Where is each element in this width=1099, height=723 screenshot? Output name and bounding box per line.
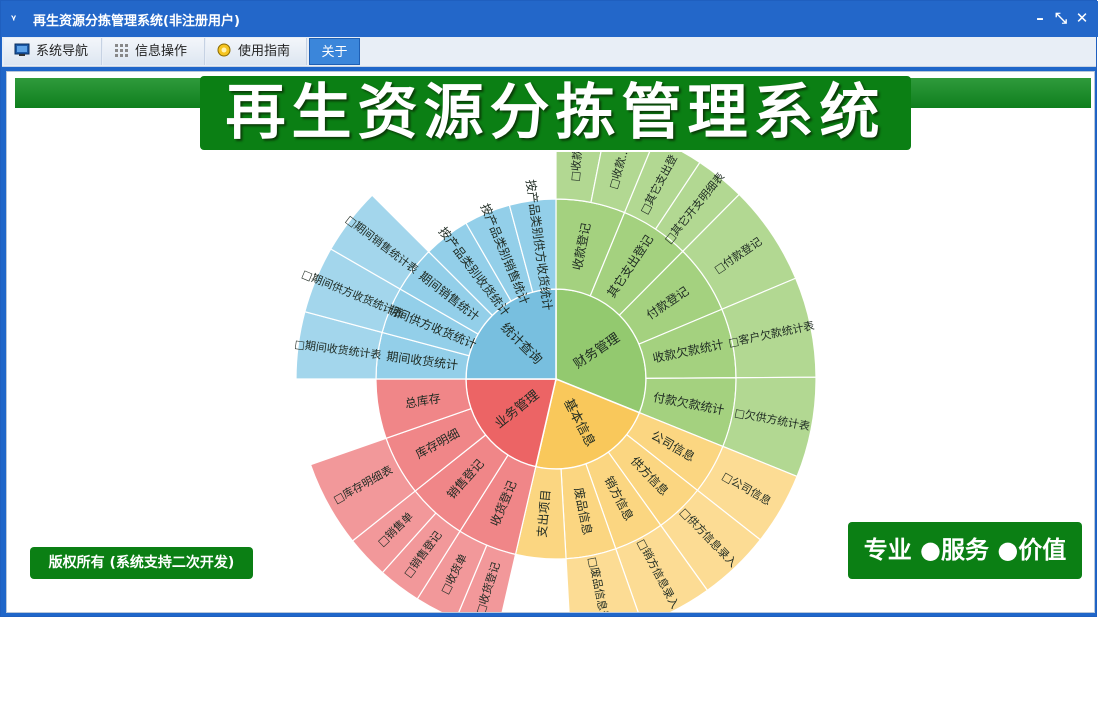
app-window: ᵞ 再生资源分拣管理系统(非注册用户) – ⤡ ✕ 系统导航 信息操作 使用指南… (0, 0, 1098, 617)
menu-label: 关于 (321, 45, 348, 60)
grid-icon (113, 40, 129, 57)
copyright-label: 版权所有 (系统支持二次开发) (30, 547, 253, 579)
menu-label: 系统导航 (36, 44, 89, 59)
sunburst-rings: 收款登记□收款... □收款...其它支出登记□其它支出登□其它开支明细表付款登记… (294, 152, 817, 612)
close-button[interactable]: ✕ (1074, 9, 1090, 27)
restore-button[interactable]: ⤡ (1053, 9, 1069, 27)
window-title: 再生资源分拣管理系统(非注册用户) (33, 14, 240, 29)
slogan-label: 专业 ●服务 ●价值 (848, 522, 1082, 579)
menu-system-nav[interactable]: 系统导航 (4, 38, 102, 65)
title-bar[interactable]: ᵞ 再生资源分拣管理系统(非注册用户) – ⤡ ✕ (1, 1, 1098, 37)
menu-user-guide[interactable]: 使用指南 (206, 38, 307, 65)
monitor-icon (14, 40, 30, 56)
minimize-button[interactable]: – (1032, 9, 1048, 27)
menu-info-ops[interactable]: 信息操作 (103, 38, 205, 65)
menu-about[interactable]: 关于 (309, 38, 360, 65)
menu-label: 使用指南 (238, 44, 291, 59)
help-bulb-icon (216, 40, 232, 57)
menu-bar: 系统导航 信息操作 使用指南 关于 (2, 37, 1096, 67)
menu-label: 信息操作 (135, 44, 188, 59)
app-logo-icon: ᵞ (11, 12, 17, 26)
main-content: 再生资源分拣管理系统 收款登记 □收款... □收款... 其它支出登记 □其它支出登 □… (6, 71, 1095, 613)
